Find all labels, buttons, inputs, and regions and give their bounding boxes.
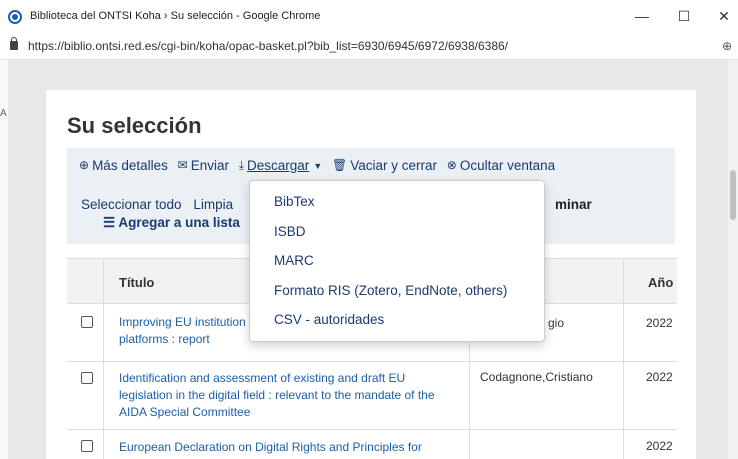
- title-link[interactable]: Identification and assessment of existin…: [119, 370, 435, 421]
- download-option-isbd[interactable]: ISBD: [274, 224, 306, 239]
- trash-icon: 🗑: [332, 158, 348, 172]
- title-bar: Biblioteca del ONTSI Koha › Su selección…: [0, 0, 738, 32]
- title-link[interactable]: European Declaration on Digital Rights a…: [119, 439, 422, 456]
- download-option-csv[interactable]: CSV - autoridades: [274, 312, 384, 327]
- left-edge: A: [0, 60, 8, 459]
- column-divider: [623, 258, 624, 459]
- add-to-list-link[interactable]: ☰ Agregar a una lista: [103, 215, 240, 231]
- year-cell: 2022: [646, 316, 673, 330]
- title-line: Identification and assessment of existin…: [119, 371, 406, 385]
- row-checkbox[interactable]: [81, 316, 93, 328]
- caret-down-icon: ▼: [313, 160, 323, 171]
- close-circle-icon: ⊗: [446, 158, 457, 172]
- left-edge-mark: A: [0, 108, 7, 119]
- row-checkbox[interactable]: [81, 372, 93, 384]
- download-dropdown-toggle[interactable]: ⤓ Descargar ▼: [239, 158, 323, 173]
- table-row: Identification and assessment of existin…: [67, 362, 677, 430]
- page-title: Su selección: [67, 113, 202, 138]
- download-dropdown-menu: BibTex ISBD MARC Formato RIS (Zotero, En…: [249, 180, 545, 342]
- download-option-bibtex[interactable]: BibTex: [274, 194, 315, 209]
- minimize-button[interactable]: —: [628, 6, 656, 26]
- remove-selected-link[interactable]: minar: [555, 197, 592, 212]
- year-cell: 2022: [646, 439, 673, 453]
- column-header-title[interactable]: Título: [119, 275, 154, 290]
- column-divider: [103, 258, 104, 459]
- title-line: AIDA Special Committee: [119, 405, 251, 419]
- address-bar[interactable]: https://biblio.ontsi.red.es/cgi-bin/koha…: [0, 32, 738, 60]
- title-link[interactable]: Improving EU institution platforms : rep…: [119, 314, 246, 348]
- clear-all-link[interactable]: Limpia: [193, 197, 233, 212]
- list-icon: ☰: [103, 215, 119, 230]
- year-cell: 2022: [646, 370, 673, 384]
- close-button[interactable]: ✕: [710, 6, 738, 26]
- table-row: European Declaration on Digital Rights a…: [67, 430, 677, 459]
- envelope-icon: ✉: [177, 158, 188, 172]
- author-cell: gio: [548, 316, 565, 330]
- title-line: legislation in the digital field : relev…: [119, 388, 435, 402]
- download-option-marc[interactable]: MARC: [274, 253, 314, 268]
- hide-window-link[interactable]: ⊗ Ocultar ventana: [447, 158, 555, 173]
- site-favicon-icon: [8, 10, 22, 24]
- more-details-label: Más detalles: [92, 157, 168, 173]
- zoom-in-icon: ⊕: [79, 158, 90, 172]
- download-label: Descargar: [247, 158, 310, 173]
- more-details-link[interactable]: ⊕ Más detalles: [79, 158, 168, 173]
- browser-window: Biblioteca del ONTSI Koha › Su selección…: [0, 0, 738, 459]
- download-icon: ⤓: [238, 158, 245, 172]
- window-title: Biblioteca del ONTSI Koha › Su selección…: [30, 10, 321, 22]
- title-line: European Declaration on Digital Rights a…: [119, 440, 422, 454]
- download-option-ris[interactable]: Formato RIS (Zotero, EndNote, others): [274, 283, 507, 298]
- maximize-button[interactable]: ☐: [670, 6, 698, 26]
- send-link[interactable]: ✉ Enviar: [178, 158, 229, 173]
- title-line: Improving EU institution: [119, 315, 246, 329]
- scroll-thumb[interactable]: [730, 170, 736, 220]
- lock-icon: [10, 37, 18, 50]
- add-to-list-label: Agregar a una lista: [118, 215, 240, 230]
- scrollbar[interactable]: [728, 60, 738, 459]
- url-text[interactable]: https://biblio.ontsi.red.es/cgi-bin/koha…: [28, 39, 508, 53]
- empty-and-close-link[interactable]: 🗑 Vaciar y cerrar: [332, 158, 437, 173]
- title-line: platforms : report: [119, 332, 210, 346]
- column-header-year[interactable]: Año: [648, 275, 673, 290]
- row-checkbox[interactable]: [81, 440, 93, 452]
- hide-window-label: Ocultar ventana: [459, 157, 556, 173]
- select-all-link[interactable]: Seleccionar todo: [81, 197, 182, 212]
- zoom-icon[interactable]: ⊕: [722, 39, 732, 53]
- author-cell: Codagnone,Cristiano: [480, 370, 593, 384]
- send-label: Enviar: [190, 157, 229, 173]
- empty-and-close-label: Vaciar y cerrar: [350, 157, 438, 173]
